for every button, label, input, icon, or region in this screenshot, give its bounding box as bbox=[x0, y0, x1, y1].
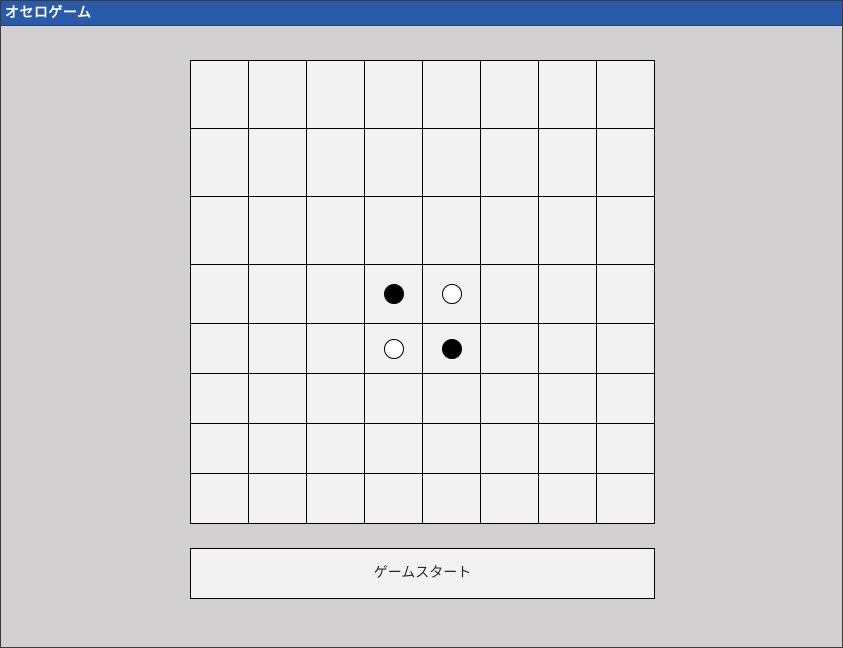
board-cell[interactable] bbox=[596, 323, 655, 374]
board-cell[interactable] bbox=[596, 128, 655, 197]
board-cell[interactable] bbox=[480, 196, 539, 265]
board-cell[interactable] bbox=[306, 264, 365, 324]
board-cell[interactable] bbox=[248, 473, 307, 524]
board-cell[interactable] bbox=[248, 196, 307, 265]
board-cell[interactable] bbox=[480, 128, 539, 197]
board-cell[interactable] bbox=[538, 60, 597, 129]
board-cell[interactable] bbox=[190, 196, 249, 265]
board-cell[interactable] bbox=[306, 128, 365, 197]
board-cell[interactable] bbox=[248, 128, 307, 197]
board-cell[interactable] bbox=[306, 423, 365, 474]
board-cell[interactable] bbox=[190, 323, 249, 374]
board-cell[interactable] bbox=[596, 60, 655, 129]
board-cell[interactable] bbox=[480, 264, 539, 324]
white-stone bbox=[384, 339, 404, 359]
board-cell[interactable] bbox=[364, 196, 423, 265]
board-cell[interactable] bbox=[596, 373, 655, 424]
board-cell[interactable] bbox=[306, 373, 365, 424]
board-cell[interactable] bbox=[538, 323, 597, 374]
title-bar: オセロゲーム bbox=[1, 1, 842, 26]
board-cell[interactable] bbox=[538, 264, 597, 324]
board-cell[interactable] bbox=[364, 60, 423, 129]
board-cell[interactable] bbox=[538, 128, 597, 197]
board-cell[interactable] bbox=[422, 423, 481, 474]
board-cell[interactable] bbox=[364, 128, 423, 197]
board-cell[interactable] bbox=[480, 473, 539, 524]
board-cell[interactable] bbox=[480, 323, 539, 374]
board-cell[interactable] bbox=[480, 373, 539, 424]
board-cell[interactable] bbox=[306, 473, 365, 524]
black-stone bbox=[384, 284, 404, 304]
board-cell[interactable] bbox=[190, 473, 249, 524]
board-cell[interactable] bbox=[190, 128, 249, 197]
board-cell[interactable] bbox=[480, 60, 539, 129]
white-stone bbox=[442, 284, 462, 304]
othello-board bbox=[190, 60, 655, 524]
board-cell[interactable] bbox=[248, 373, 307, 424]
board-cell[interactable] bbox=[190, 264, 249, 324]
board-cell[interactable] bbox=[422, 473, 481, 524]
board-cell[interactable] bbox=[480, 423, 539, 474]
board-cell[interactable] bbox=[538, 196, 597, 265]
board-cell[interactable] bbox=[364, 423, 423, 474]
board-cell[interactable] bbox=[306, 60, 365, 129]
board-cell[interactable] bbox=[538, 423, 597, 474]
board-cell[interactable] bbox=[306, 196, 365, 265]
board-cell[interactable] bbox=[306, 323, 365, 374]
board-cell[interactable] bbox=[248, 60, 307, 129]
board-cell[interactable] bbox=[596, 423, 655, 474]
board-cell[interactable] bbox=[248, 264, 307, 324]
board-cell[interactable] bbox=[422, 196, 481, 265]
board-cell[interactable] bbox=[538, 373, 597, 424]
board-cell[interactable] bbox=[248, 423, 307, 474]
board-cell[interactable] bbox=[596, 264, 655, 324]
board-cell[interactable] bbox=[422, 60, 481, 129]
board-cell[interactable] bbox=[422, 128, 481, 197]
window-title: オセロゲーム bbox=[5, 5, 92, 21]
black-stone bbox=[442, 339, 462, 359]
board-cell[interactable] bbox=[190, 423, 249, 474]
board-cell[interactable] bbox=[538, 473, 597, 524]
board-cell[interactable] bbox=[364, 473, 423, 524]
game-start-button[interactable]: ゲームスタート bbox=[190, 548, 655, 599]
board-cell[interactable] bbox=[596, 196, 655, 265]
app-window: オセロゲーム ゲームスタート bbox=[0, 0, 843, 648]
board-cell[interactable] bbox=[422, 373, 481, 424]
board-cell[interactable] bbox=[190, 373, 249, 424]
board-cell[interactable] bbox=[248, 323, 307, 374]
board-cell[interactable] bbox=[190, 60, 249, 129]
board-cell[interactable] bbox=[596, 473, 655, 524]
board-cell[interactable] bbox=[364, 373, 423, 424]
